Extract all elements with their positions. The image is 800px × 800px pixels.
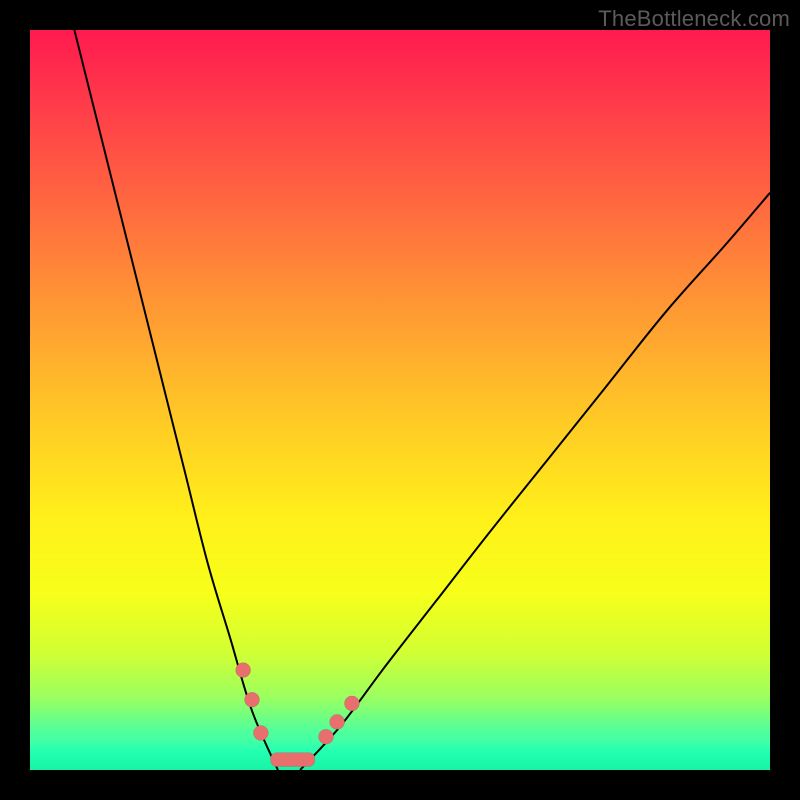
data-marker: [330, 714, 345, 729]
right-curve: [300, 193, 770, 770]
left-curve: [74, 30, 278, 770]
chart-container: TheBottleneck.com: [0, 0, 800, 800]
data-marker: [236, 663, 251, 678]
minimum-marker: [271, 753, 315, 767]
data-marker: [253, 726, 268, 741]
curve-layer: [30, 30, 770, 770]
watermark-text: TheBottleneck.com: [598, 6, 790, 32]
markers-group: [236, 663, 360, 745]
data-marker: [344, 696, 359, 711]
plot-area: [30, 30, 770, 770]
data-marker: [245, 692, 260, 707]
data-marker: [319, 729, 334, 744]
